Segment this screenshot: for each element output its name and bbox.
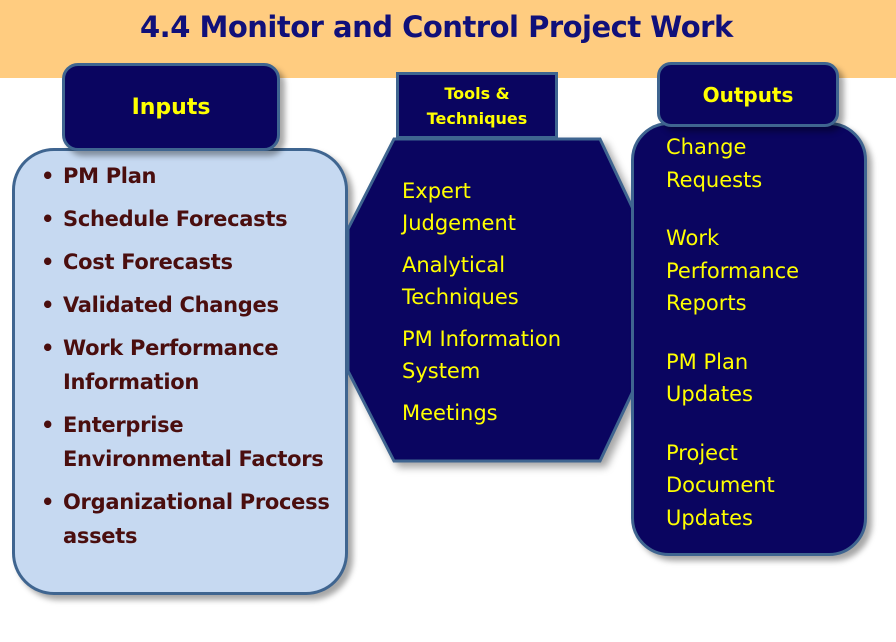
outputs-header: Outputs	[657, 62, 839, 127]
inputs-header-label: Inputs	[131, 94, 211, 120]
page-title: 4.4 Monitor and Control Project Work	[140, 10, 733, 44]
tools-header-line1: Tools &	[444, 83, 510, 103]
input-item: Validated Changes	[41, 288, 341, 322]
tool-item: Analytical Techniques	[402, 253, 519, 309]
outputs-list: Change Requests Work Performance Reports P…	[666, 131, 799, 560]
inputs-list: PM Plan Schedule Forecasts Cost Forecasts V…	[41, 159, 341, 562]
tool-item: Expert Judgement	[402, 179, 517, 235]
tools-list: Expert Judgement Analytical Techniques PM …	[402, 175, 561, 439]
output-item: PM Plan Updates	[666, 349, 753, 407]
tools-header-line2: Techniques	[426, 108, 528, 128]
input-item: PM Plan	[41, 159, 341, 193]
input-item: Schedule Forecasts	[41, 202, 341, 236]
input-item: Work Performance Information	[41, 331, 341, 399]
output-item: Project Document Updates	[666, 440, 775, 530]
tool-item: Meetings	[402, 401, 498, 425]
output-item: Change Requests	[666, 135, 763, 192]
tool-item: PM Information System	[402, 327, 562, 383]
input-item: Organizational Process assets	[41, 485, 341, 553]
inputs-header: Inputs	[62, 63, 280, 151]
input-item: Enterprise Environmental Factors	[41, 408, 341, 476]
outputs-header-label: Outputs	[702, 82, 794, 107]
tools-header: Tools & Techniques	[396, 72, 558, 139]
input-item: Cost Forecasts	[41, 245, 341, 279]
output-item: Work Performance Reports	[666, 226, 800, 315]
inputs-panel: PM Plan Schedule Forecasts Cost Forecasts V…	[12, 148, 348, 595]
